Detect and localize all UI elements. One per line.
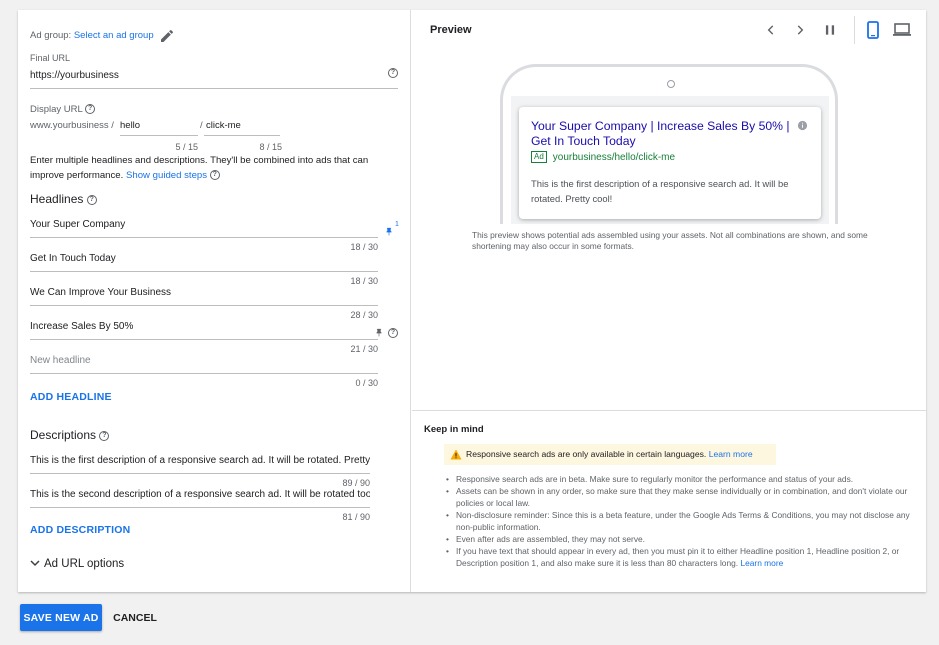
list-item: Assets can be shown in any order, so mak… — [444, 485, 914, 509]
list-item: If you have text that should appear in e… — [444, 545, 914, 569]
final-url-input[interactable]: https://yourbusiness — [30, 70, 119, 81]
preview-panel: Preview Your Super Company | Increase Sa… — [412, 10, 926, 592]
pause-icon[interactable] — [823, 23, 837, 37]
headline-counter: 18 / 30 — [350, 242, 378, 252]
display-url-separator: / — [200, 120, 203, 131]
ad-editor-card: Ad group: Select an ad group Final URL h… — [18, 10, 926, 592]
guided-steps-help-icon[interactable]: ? — [209, 170, 220, 181]
pin-icon[interactable] — [384, 226, 394, 238]
new-headline-counter: 0 / 30 — [355, 378, 378, 388]
headline-help-icon[interactable]: ? — [388, 328, 398, 338]
ad-url-options-toggle[interactable]: Ad URL options — [30, 558, 124, 570]
warning-icon — [450, 449, 462, 460]
list-item: Even after ads are assembled, they may n… — [444, 533, 914, 545]
headline-input[interactable]: We Can Improve Your Business — [30, 287, 171, 298]
display-url-base: www.yourbusiness / — [30, 120, 114, 131]
headline-input[interactable]: Your Super Company — [30, 219, 125, 230]
description-counter: 81 / 90 — [342, 512, 370, 522]
ad-preview-url: yourbusiness/hello/click-me — [552, 152, 676, 163]
pencil-icon[interactable] — [159, 28, 175, 44]
ad-preview-url-row: Ad yourbusiness/hello/click-me — [531, 151, 675, 163]
headlines-title: Headlines ? — [30, 192, 97, 206]
new-headline-input[interactable]: New headline — [30, 355, 91, 366]
ad-group-label: Ad group: — [30, 30, 72, 41]
mobile-device-icon[interactable] — [866, 21, 880, 39]
info-icon[interactable] — [797, 120, 808, 131]
path2-counter: 8 / 15 — [259, 142, 282, 152]
desktop-device-icon[interactable] — [892, 23, 912, 37]
pin-learn-more-link[interactable]: Learn more — [740, 558, 783, 568]
select-ad-group-link[interactable]: Select an ad group — [74, 30, 154, 41]
chevron-left-icon[interactable] — [764, 23, 778, 37]
ad-preview-card: Your Super Company | Increase Sales By 5… — [519, 107, 821, 219]
final-url-help-icon[interactable]: ? — [388, 68, 398, 78]
cancel-button[interactable]: CANCEL — [108, 604, 162, 631]
headline-counter: 21 / 30 — [350, 344, 378, 354]
chevron-right-icon[interactable] — [793, 23, 807, 37]
display-url-label: Display URL ? — [30, 104, 96, 115]
language-warning-banner: Responsive search ads are only available… — [444, 444, 776, 465]
pin-position-badge: 1 — [395, 221, 399, 228]
display-path1-input[interactable]: hello — [120, 120, 140, 131]
description-input[interactable]: This is the second description of a resp… — [30, 489, 370, 500]
keep-in-mind-title: Keep in mind — [424, 424, 484, 435]
headline-input[interactable]: Increase Sales By 50% — [30, 321, 133, 332]
show-guided-steps-link[interactable]: Show guided steps — [126, 170, 207, 181]
chevron-down-icon — [30, 560, 40, 567]
headline-input[interactable]: Get In Touch Today — [30, 253, 116, 264]
descriptions-title: Descriptions ? — [30, 428, 110, 442]
add-description-button[interactable]: ADD DESCRIPTION — [30, 524, 130, 536]
keep-in-mind-list: Responsive search ads are in beta. Make … — [444, 473, 914, 569]
headline-counter: 18 / 30 — [350, 276, 378, 286]
path1-counter: 5 / 15 — [175, 142, 198, 152]
pin-icon[interactable] — [374, 327, 384, 339]
ad-preview-description: This is the first description of a respo… — [531, 178, 789, 204]
info-text: Enter multiple headlines and description… — [30, 155, 369, 181]
descriptions-help-icon[interactable]: ? — [99, 430, 110, 441]
headlines-help-icon[interactable]: ? — [86, 194, 97, 205]
description-counter: 89 / 90 — [342, 478, 370, 488]
list-item: Responsive search ads are in beta. Make … — [444, 473, 914, 485]
description-input[interactable]: This is the first description of a respo… — [30, 455, 370, 466]
list-item: Non-disclosure reminder: Since this is a… — [444, 509, 914, 533]
add-headline-button[interactable]: ADD HEADLINE — [30, 391, 112, 403]
preview-title: Preview — [430, 24, 472, 36]
ad-preview-title[interactable]: Your Super Company | Increase Sales By 5… — [531, 119, 793, 149]
ad-group-row: Ad group: Select an ad group — [30, 30, 154, 41]
final-url-label: Final URL — [30, 53, 71, 63]
display-path2-input[interactable]: click-me — [206, 120, 241, 131]
ad-form-panel: Ad group: Select an ad group Final URL h… — [18, 10, 411, 592]
save-new-ad-button[interactable]: SAVE NEW AD — [20, 604, 102, 631]
phone-camera — [667, 80, 675, 88]
preview-note: This preview shows potential ads assembl… — [472, 230, 868, 251]
ad-badge: Ad — [531, 151, 547, 163]
headline-counter: 28 / 30 — [350, 310, 378, 320]
display-url-help-icon[interactable]: ? — [85, 104, 96, 115]
warning-learn-more-link[interactable]: Learn more — [709, 449, 753, 459]
